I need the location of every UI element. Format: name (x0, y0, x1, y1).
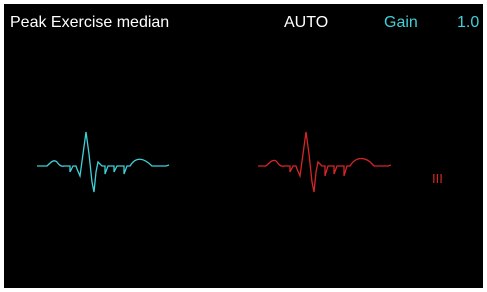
lead-label: III (432, 171, 443, 186)
ecg-waveform-right (258, 131, 392, 193)
ecg-waveform-right-trace (258, 131, 392, 193)
ecg-median-display: Peak Exercise median AUTO Gain 1.0 III (4, 4, 483, 288)
